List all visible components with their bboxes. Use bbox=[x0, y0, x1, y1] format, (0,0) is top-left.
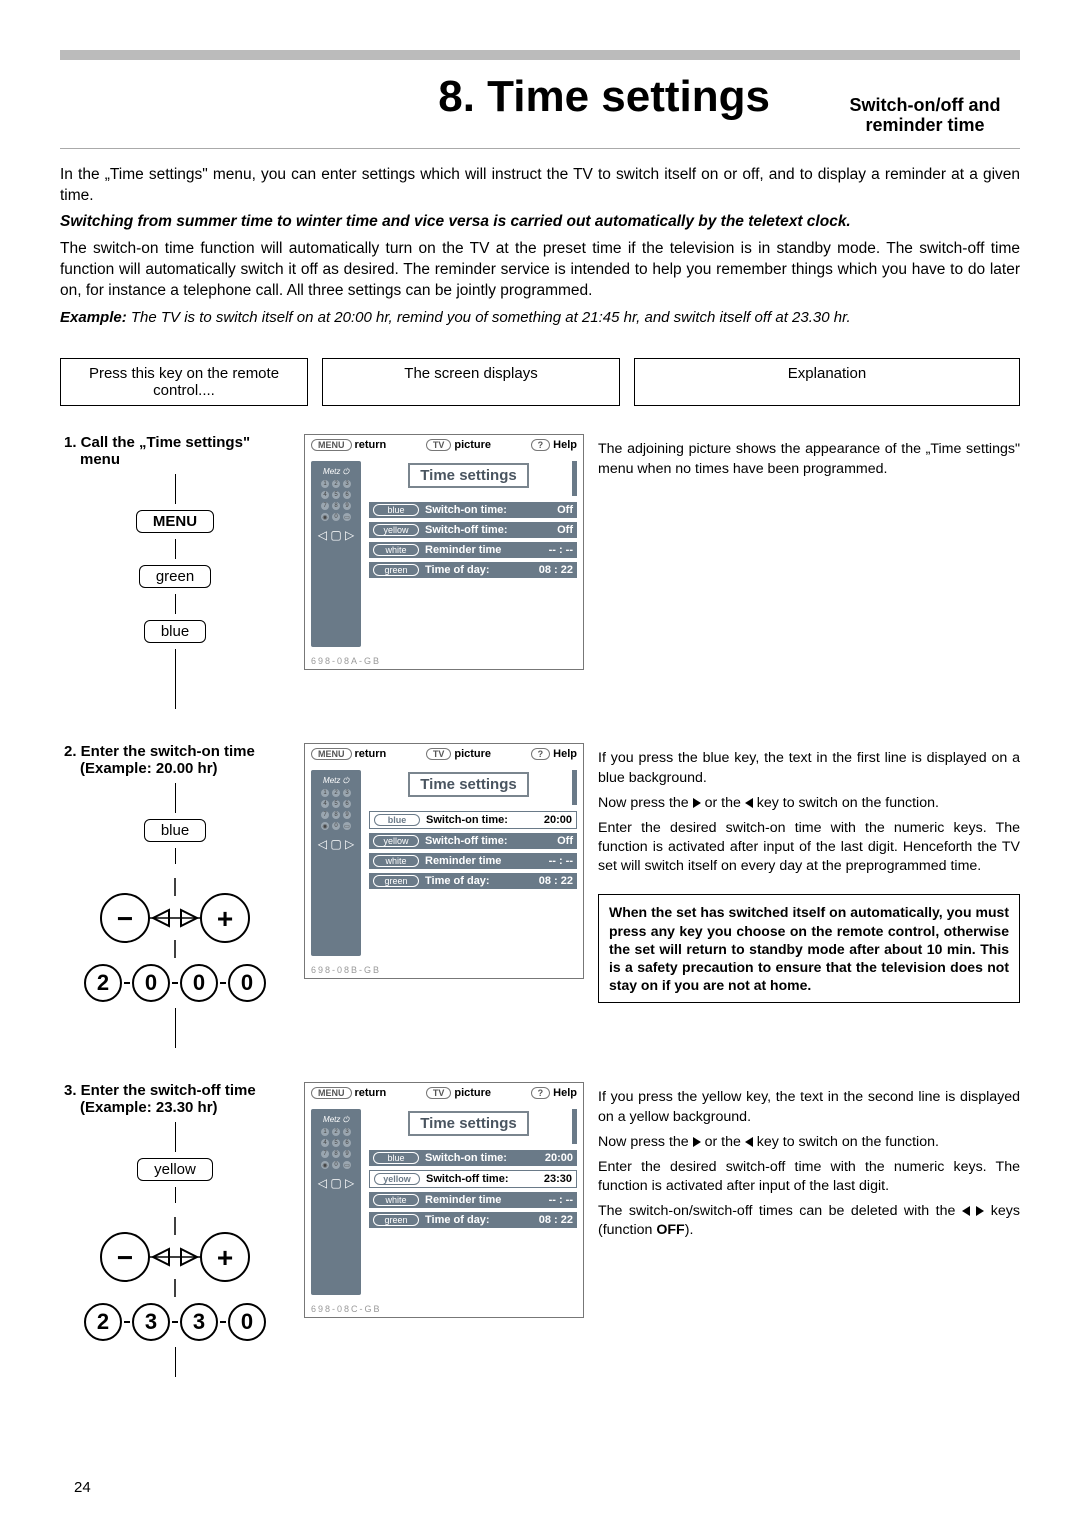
remote-graphic: Metz ⏻ 123 456 789 ◉0▭ ◁ ▢ ▷ bbox=[311, 1109, 361, 1295]
svg-text:−: − bbox=[117, 1242, 133, 1273]
intro-block: In the „Time settings" menu, you can ent… bbox=[60, 165, 1020, 329]
connector-line bbox=[175, 1347, 176, 1377]
step3-expl2: Now press the or the key to switch on th… bbox=[598, 1133, 1020, 1152]
hdr-return: MENUreturn bbox=[311, 439, 386, 451]
screen-c: MENUreturn TVpicture ?Help Metz ⏻ 123 45… bbox=[304, 1082, 584, 1318]
green-key[interactable]: green bbox=[139, 565, 211, 588]
step1-title: 1. Call the „Time settings" menu bbox=[76, 434, 290, 468]
column-headers: Press this key on the remote control....… bbox=[60, 358, 1020, 406]
header: 8. Time settings Switch-on/off and remin… bbox=[60, 68, 1020, 149]
intro-p3: The switch-on time function will automat… bbox=[60, 239, 1020, 302]
menu-pill: MENU bbox=[311, 439, 352, 451]
screen-code: 698-08A-GB bbox=[305, 653, 583, 669]
col-explanation: Explanation bbox=[634, 358, 1020, 406]
menu-key[interactable]: MENU bbox=[136, 510, 214, 533]
example-text: The TV is to switch itself on at 20:00 h… bbox=[127, 309, 851, 326]
col-remote-key: Press this key on the remote control.... bbox=[60, 358, 308, 406]
left-arrow-icon bbox=[745, 798, 753, 808]
step-2: 2. Enter the switch-on time (Example: 20… bbox=[60, 743, 1020, 1054]
connector-line bbox=[175, 848, 176, 864]
step-1: 1. Call the „Time settings" menu MENU gr… bbox=[60, 434, 1020, 715]
yellow-key[interactable]: yellow bbox=[137, 1158, 213, 1181]
svg-text:−: − bbox=[117, 903, 133, 934]
connector-line bbox=[175, 1122, 176, 1152]
digit-key[interactable]: 2 bbox=[84, 964, 122, 1002]
page-title: 8. Time settings bbox=[438, 72, 770, 122]
step3-title: 3. Enter the switch-off time bbox=[76, 1082, 290, 1099]
connector-line bbox=[175, 1008, 176, 1048]
digit-key[interactable]: 0 bbox=[228, 964, 266, 1002]
left-arrow-icon bbox=[962, 1206, 970, 1216]
connector-line bbox=[175, 474, 176, 504]
digit-key[interactable]: 0 bbox=[132, 964, 170, 1002]
tv-pill: TV bbox=[426, 439, 452, 451]
connector-line bbox=[175, 783, 176, 813]
right-arrow-icon bbox=[693, 798, 701, 808]
page-subtitle: Switch-on/off and reminder time bbox=[830, 96, 1020, 136]
white-pill: white bbox=[373, 544, 419, 556]
step3-expl1: If you press the yellow key, the text in… bbox=[598, 1088, 1020, 1126]
blue-pill: blue bbox=[373, 504, 419, 516]
subtitle-line2: reminder time bbox=[865, 115, 984, 135]
left-arrow-icon bbox=[745, 1137, 753, 1147]
intro-example: Example: The TV is to switch itself on a… bbox=[60, 308, 1020, 328]
screen-code: 698-08B-GB bbox=[305, 962, 583, 978]
connector-line bbox=[175, 1187, 176, 1203]
screen-b: MENUreturn TVpicture ?Help Metz ⏻ 123 45… bbox=[304, 743, 584, 979]
page-number: 24 bbox=[74, 1479, 91, 1496]
digit-key[interactable]: 2 bbox=[84, 1303, 122, 1341]
step2-expl1: If you press the blue key, the text in t… bbox=[598, 749, 1020, 787]
right-arrow-icon bbox=[693, 1137, 701, 1147]
connector-line bbox=[175, 539, 176, 559]
screen-code: 698-08C-GB bbox=[305, 1301, 583, 1317]
digit-key[interactable]: 0 bbox=[180, 964, 218, 1002]
screen-a: MENUreturn TVpicture ?Help Metz ⏻ 123 45… bbox=[304, 434, 584, 670]
step2-title: 2. Enter the switch-on time bbox=[76, 743, 290, 760]
step3-expl3: Enter the desired switch-off time with t… bbox=[598, 1158, 1020, 1196]
connector-line bbox=[175, 649, 176, 709]
tv-title: Time settings bbox=[408, 463, 528, 488]
hdr-picture: TVpicture bbox=[426, 439, 491, 451]
safety-note: When the set has switched itself on auto… bbox=[598, 894, 1020, 1003]
nav-pad[interactable]: − + bbox=[60, 1217, 290, 1297]
subtitle-line1: Switch-on/off and bbox=[850, 95, 1001, 115]
step2-expl2: Now press the or the key to switch on th… bbox=[598, 794, 1020, 813]
step2-expl3: Enter the desired switch-on time with th… bbox=[598, 819, 1020, 877]
help-pill: ? bbox=[531, 439, 551, 451]
hdr-help: ?Help bbox=[531, 439, 577, 451]
col-screen: The screen displays bbox=[322, 358, 620, 406]
step3-expl4: The switch-on/switch-off times can be de… bbox=[598, 1202, 1020, 1240]
green-pill: green bbox=[373, 564, 419, 576]
digit-key[interactable]: 3 bbox=[180, 1303, 218, 1341]
remote-graphic: Metz ⏻ 123 456 789 ◉0▭ ◁ ▢ ▷ bbox=[311, 770, 361, 956]
yellow-pill: yellow bbox=[373, 524, 419, 536]
remote-graphic: Metz ⏻ 123 456 789 ◉0▭ ◁ ▢ ▷ bbox=[311, 461, 361, 647]
intro-p1: In the „Time settings" menu, you can ent… bbox=[60, 165, 1020, 207]
digit-key[interactable]: 3 bbox=[132, 1303, 170, 1341]
svg-text:+: + bbox=[217, 1242, 233, 1273]
step2-sub: (Example: 20.00 hr) bbox=[80, 760, 290, 777]
step1-expl: The adjoining picture shows the appearan… bbox=[598, 440, 1020, 478]
intro-autoline: Switching from summer time to winter tim… bbox=[60, 212, 1020, 233]
top-bar bbox=[60, 50, 1020, 60]
blue-key[interactable]: blue bbox=[144, 819, 206, 842]
nav-pad[interactable]: − + bbox=[60, 878, 290, 958]
step-3: 3. Enter the switch-off time (Example: 2… bbox=[60, 1082, 1020, 1383]
digit-key[interactable]: 0 bbox=[228, 1303, 266, 1341]
svg-text:+: + bbox=[217, 903, 233, 934]
blue-key[interactable]: blue bbox=[144, 620, 206, 643]
example-label: Example: bbox=[60, 309, 127, 326]
step3-sub: (Example: 23.30 hr) bbox=[80, 1099, 290, 1116]
digit-row: 2 3 3 0 bbox=[60, 1303, 290, 1341]
connector-line bbox=[175, 594, 176, 614]
digit-row: 2 0 0 0 bbox=[60, 964, 290, 1002]
